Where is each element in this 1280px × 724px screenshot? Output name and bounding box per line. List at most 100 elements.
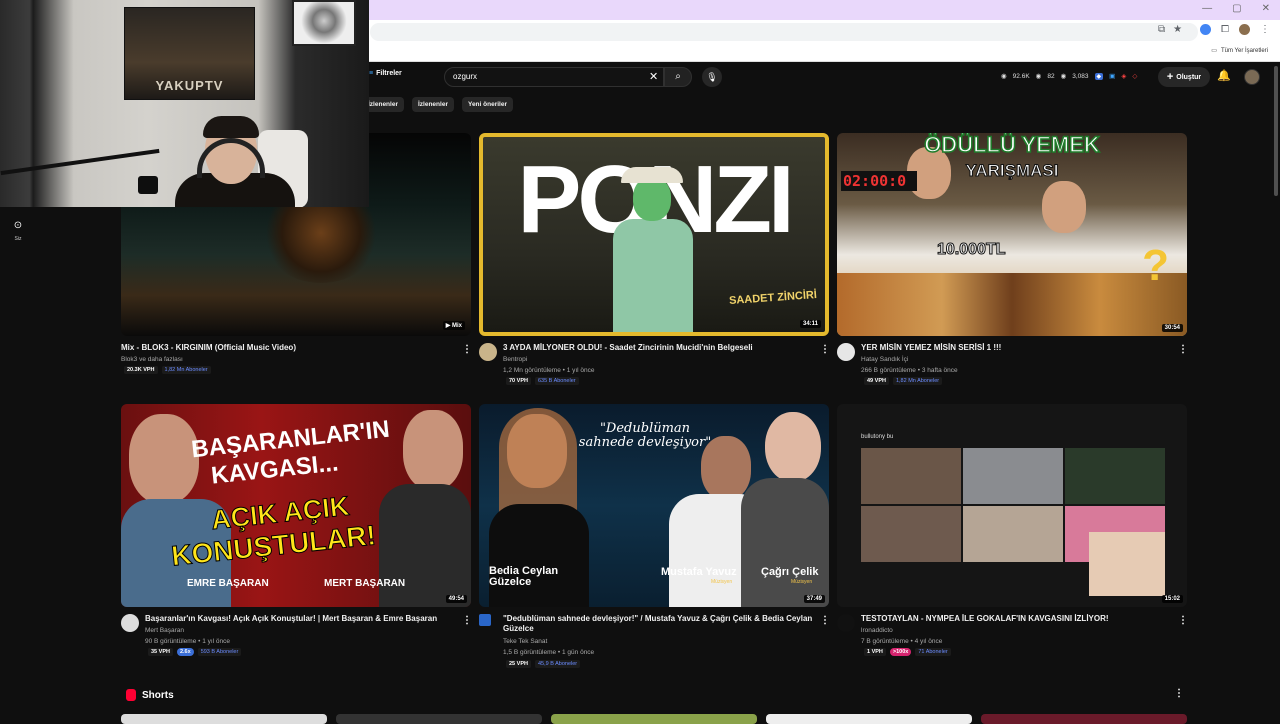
video-duration: 49:54 <box>445 595 467 603</box>
video-menu-icon[interactable]: ⋮ <box>462 615 472 626</box>
filters-button[interactable]: ≡ Filtreler <box>369 70 402 77</box>
chip-watched-2[interactable]: İzlenenler <box>411 97 454 112</box>
video-channel[interactable]: Teke Tek Sanat <box>503 638 547 645</box>
like-icon: ◉ <box>1035 73 1042 80</box>
short-thumbnail[interactable] <box>981 714 1187 724</box>
subs-badge: 45,9 B Aboneler <box>534 660 581 668</box>
vph-badge: 1 VPH <box>864 648 886 656</box>
channel-avatar[interactable] <box>121 614 139 632</box>
search-box[interactable]: ozgurx ✕ <box>444 67 664 87</box>
notifications-bell-icon[interactable]: 🔔 <box>1217 69 1231 82</box>
ext-badge-icon[interactable]: ◆ <box>1094 72 1104 80</box>
close-icon[interactable]: ✕ <box>1262 3 1270 14</box>
short-thumbnail[interactable] <box>121 714 327 724</box>
thumbnail-name: EMRE BAŞARAN <box>187 578 269 589</box>
shorts-menu-icon[interactable]: ⋮ <box>1174 688 1184 699</box>
account-avatar[interactable] <box>1244 69 1260 85</box>
search-button[interactable]: ⌕ <box>664 67 692 87</box>
channel-avatar[interactable] <box>479 343 497 361</box>
maximize-icon[interactable]: ▢ <box>1232 3 1241 14</box>
video-menu-icon[interactable]: ⋮ <box>820 615 830 626</box>
puzzle-icon[interactable]: ⧠ <box>1221 24 1229 35</box>
vph-badge: 35 VPH <box>148 648 173 656</box>
video-duration: 37:49 <box>803 595 825 603</box>
video-title[interactable]: TESTOTAYLAN - NYMPEA İLE GOKALAF'IN KAVG… <box>861 614 1171 624</box>
streamer <box>175 116 295 207</box>
voice-search-button[interactable]: 🎙 <box>702 67 722 87</box>
folder-icon: ▭ <box>1211 48 1217 54</box>
video-channel[interactable]: lronaddicto <box>861 627 893 634</box>
video-menu-icon[interactable]: ⋮ <box>820 344 830 355</box>
video-channel[interactable]: Mert Başaran <box>145 627 184 634</box>
short-thumbnail[interactable] <box>336 714 542 724</box>
vph-badge: 49 VPH <box>864 377 889 385</box>
subs-badge: 635 B Aboneler <box>534 377 579 385</box>
stat-likes: 82 <box>1047 72 1055 80</box>
omnibox[interactable] <box>370 23 1198 41</box>
video-channel[interactable]: Hatay Sandık İçi <box>861 356 908 363</box>
minimize-icon[interactable]: — <box>1202 3 1212 14</box>
channel-avatar[interactable] <box>837 343 855 361</box>
video-title[interactable]: YER MİSİN YEMEZ MİSİN SERİSİ 1 !!! <box>861 343 1171 353</box>
guide-you-icon[interactable]: ⊙ <box>10 220 26 231</box>
channel-avatar[interactable] <box>479 614 491 626</box>
video-thumbnail[interactable]: bullutony bu 15:02 <box>837 404 1187 607</box>
video-thumbnail[interactable]: ÖDÜLLÜ YEMEK YARIŞMASI 02:00:0 10.000TL … <box>837 133 1187 336</box>
filters-label: Filtreler <box>376 70 402 77</box>
mix-label: Mix <box>451 323 462 329</box>
short-thumbnail[interactable] <box>766 714 972 724</box>
video-title[interactable]: Başaranlar'ın Kavgası! Açık Açık Konuştu… <box>145 614 455 624</box>
scrollbar-thumb[interactable] <box>1274 66 1278 196</box>
video-duration: 30:54 <box>1161 324 1183 332</box>
video-thumbnail[interactable]: BAŞARANLAR'IN KAVGASI... AÇIK AÇIK KONUŞ… <box>121 404 471 607</box>
channel-avatar[interactable] <box>837 614 855 632</box>
extensions-area: ⧠ ⋮ <box>1200 24 1270 35</box>
ext-tool-icon[interactable]: ▣ <box>1109 72 1115 80</box>
thumbnail-face <box>1042 181 1086 233</box>
eye-icon: ◉ <box>1001 73 1007 80</box>
clear-search-icon[interactable]: ✕ <box>649 70 658 83</box>
video-title[interactable]: Mix - BLOK3 - KIRGINIM (Official Music V… <box>121 343 451 353</box>
video-menu-icon[interactable]: ⋮ <box>1178 615 1188 626</box>
video-title[interactable]: 3 AYDA MİLYONER OLDU! - Saadet Zincirini… <box>503 343 813 353</box>
video-badges: 1 VPH >100x 71 Aboneler <box>864 648 951 656</box>
plus-icon: + <box>1166 71 1174 83</box>
menu-dots-icon[interactable]: ⋮ <box>1260 24 1270 35</box>
shorts-icon <box>126 689 136 701</box>
video-channel[interactable]: Blok3 ve daha fazlası <box>121 356 183 363</box>
comment-icon: ◉ <box>1060 73 1067 80</box>
ext-bell-icon[interactable]: ◇ <box>1132 72 1137 80</box>
video-meta: 90 B görüntüleme • 1 yıl önce <box>145 638 231 645</box>
extension-icon[interactable] <box>1200 24 1211 35</box>
create-button[interactable]: + Oluştur <box>1158 67 1210 87</box>
short-thumbnail[interactable] <box>551 714 757 724</box>
chip-new[interactable]: Yeni öneriler <box>461 97 513 112</box>
thumbnail-role: Müzisyen <box>711 579 733 585</box>
thumbnail-name-line2: Güzelce <box>489 576 532 588</box>
video-channel[interactable]: Bentropi <box>503 356 527 363</box>
video-menu-icon[interactable]: ⋮ <box>1178 344 1188 355</box>
subs-badge: 71 Aboneler <box>915 648 951 656</box>
stream-cell <box>1065 448 1165 504</box>
video-title[interactable]: "Dedublüman sahnede devleşiyor!" / Musta… <box>503 614 813 634</box>
video-badges: 20.3K VPH 1,82 Mn Aboneler <box>124 366 211 374</box>
all-bookmarks-label: Tüm Yer İşaretleri <box>1220 47 1268 54</box>
thumbnail-name: Çağrı Çelik <box>761 566 819 578</box>
stat-count: 3,083 <box>1072 72 1089 80</box>
video-menu-icon[interactable]: ⋮ <box>462 344 472 355</box>
subs-badge: 1,82 Mn Aboneler <box>892 377 943 385</box>
thumbnail-name: MERT BAŞARAN <box>324 578 406 589</box>
wall-frame <box>292 0 356 46</box>
profile-avatar[interactable] <box>1239 24 1250 35</box>
ext-alert-icon[interactable]: ◈ <box>1121 72 1126 80</box>
mic-arm <box>0 148 160 176</box>
extension-stats: ◉ 92.6K ◉ 82 ◉ 3,083 ◆ ▣ ◈ ◇ <box>1001 72 1137 80</box>
search-input[interactable]: ozgurx <box>453 72 477 81</box>
video-thumbnail[interactable]: "Dedublüman sahnede devleşiyor" Bedia Ce… <box>479 404 829 607</box>
video-thumbnail[interactable]: PONZI SAADET ZİNCİRİ 34:11 <box>479 133 829 336</box>
bookmark-star-icon[interactable]: ★ <box>1173 24 1182 35</box>
all-bookmarks[interactable]: ▭ Tüm Yer İşaretleri <box>1211 47 1268 55</box>
window-controls[interactable]: — ▢ ✕ <box>1202 3 1270 14</box>
install-icon[interactable]: ⧉ <box>1158 24 1165 35</box>
wall-poster: YAKUPTV <box>124 7 255 100</box>
